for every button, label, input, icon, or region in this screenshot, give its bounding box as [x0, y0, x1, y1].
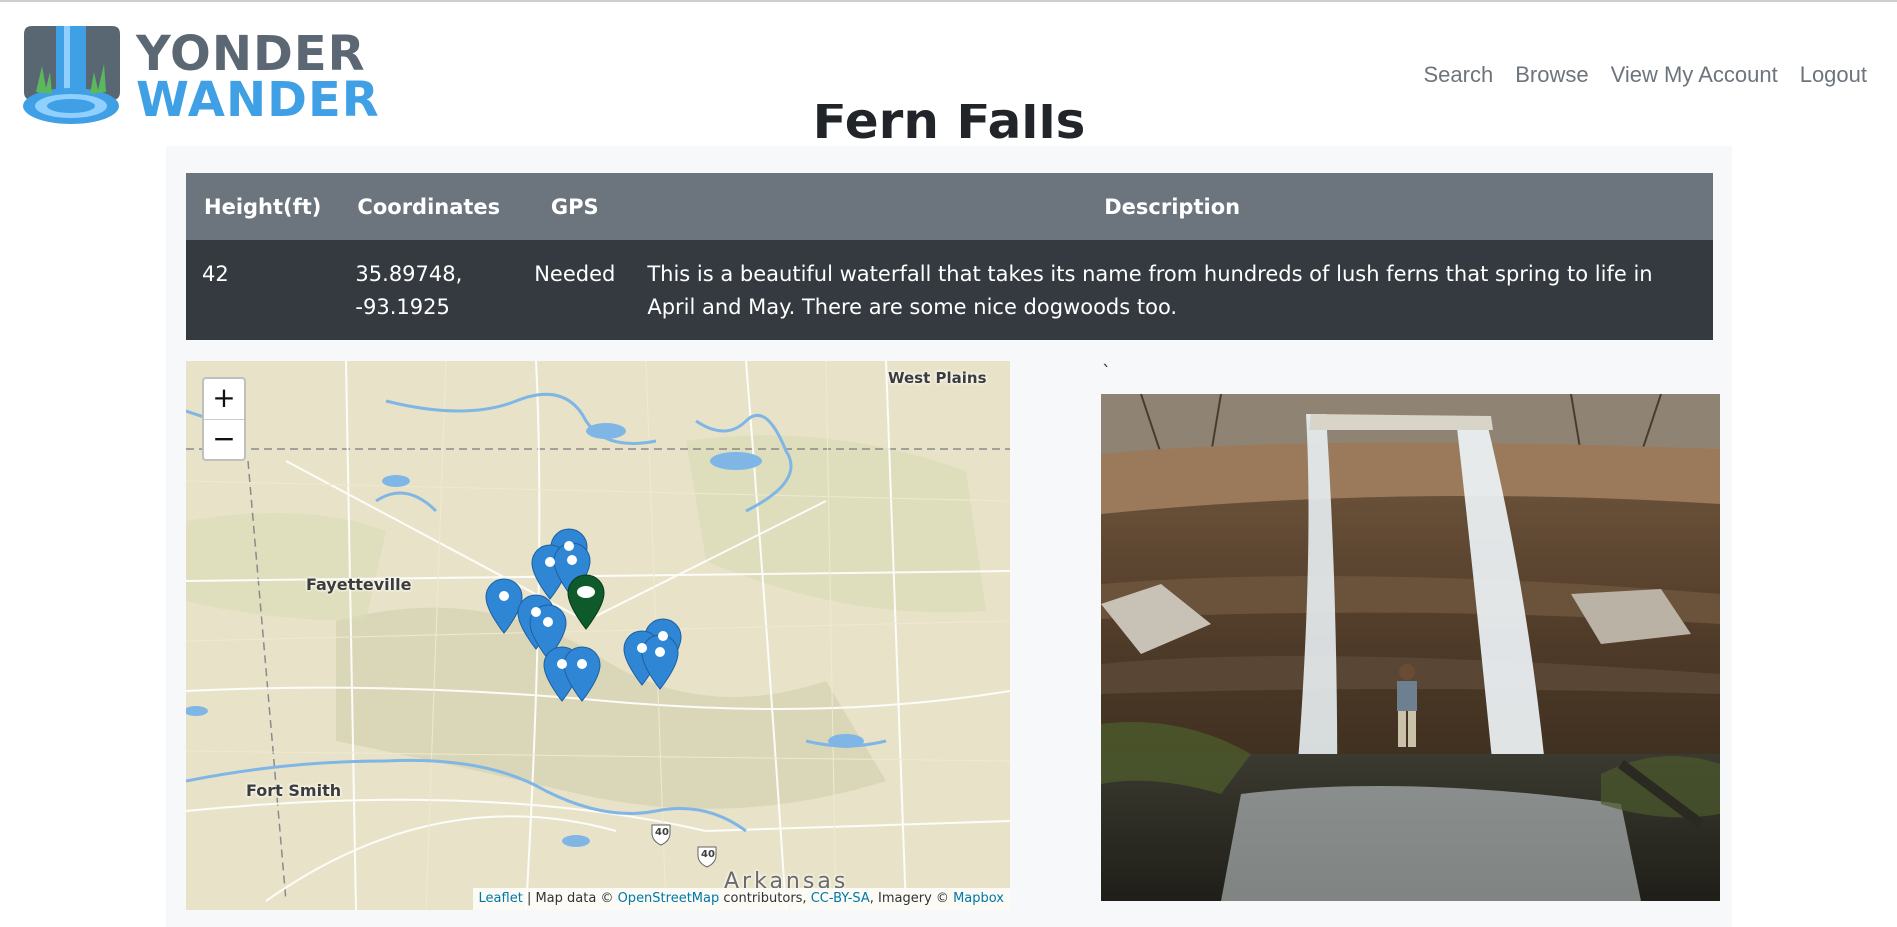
map-attribution: Leaflet | Map data © OpenStreetMap contr… — [472, 888, 1010, 910]
attribution-text-2: contributors, — [719, 891, 811, 906]
openstreetmap-link[interactable]: OpenStreetMap — [618, 891, 720, 906]
nav-browse[interactable]: Browse — [1515, 58, 1588, 92]
cell-description: This is a beautiful waterfall that takes… — [631, 240, 1713, 340]
highway-shield-label-1: 40 — [655, 827, 669, 838]
waterfall-map[interactable]: + − West Plains Fayetteville Fort Smith … — [186, 361, 1010, 910]
brand-line1: YONDER — [136, 26, 366, 82]
table-row: 42 35.89748, -93.1925 Needed This is a b… — [186, 240, 1713, 340]
map-label-fort-smith: Fort Smith — [246, 781, 342, 800]
cell-coordinates: 35.89748, -93.1925 — [339, 240, 519, 340]
waterfall-image — [1101, 394, 1720, 901]
coordinate-latitude: 35.89748, — [355, 262, 463, 286]
cc-by-sa-link[interactable]: CC-BY-SA — [811, 891, 870, 906]
zoom-control: + − — [202, 377, 246, 461]
page-title: Fern Falls — [166, 104, 1732, 146]
attribution-text-3: , Imagery © — [869, 891, 954, 906]
map-label-fayetteville: Fayetteville — [306, 575, 412, 594]
header-coordinates: Coordinates — [339, 173, 519, 240]
waterfall-info-table: Height(ft) Coordinates GPS Description 4… — [186, 173, 1713, 340]
header-description: Description — [631, 173, 1713, 240]
table-header-row: Height(ft) Coordinates GPS Description — [186, 173, 1713, 240]
stray-backtick: ` — [1102, 362, 1111, 383]
waterfall-photo — [1101, 394, 1720, 901]
map-label-west-plains: West Plains — [888, 369, 987, 387]
nav-logout[interactable]: Logout — [1800, 58, 1867, 92]
waterfall-logo-icon — [23, 26, 120, 124]
coordinate-longitude: -93.1925 — [355, 295, 450, 319]
top-border — [0, 0, 1897, 2]
leaflet-link[interactable]: Leaflet — [479, 891, 523, 906]
cell-gps: Needed — [518, 240, 632, 340]
nav-view-my-account[interactable]: View My Account — [1611, 58, 1778, 92]
attribution-text-1: | Map data © — [522, 891, 618, 906]
zoom-in-button[interactable]: + — [204, 379, 244, 419]
zoom-out-button[interactable]: − — [204, 419, 244, 460]
cell-height: 42 — [186, 240, 340, 340]
map-tiles — [186, 361, 1010, 910]
waterfall-name: Fern Falls — [812, 104, 1086, 146]
nav-search[interactable]: Search — [1424, 58, 1494, 92]
header-gps: GPS — [518, 173, 632, 240]
mapbox-link[interactable]: Mapbox — [953, 891, 1004, 906]
main-nav: Search Browse View My Account Logout — [1424, 58, 1868, 92]
highway-shield-label-2: 40 — [701, 849, 715, 860]
header-height: Height(ft) — [186, 173, 340, 240]
